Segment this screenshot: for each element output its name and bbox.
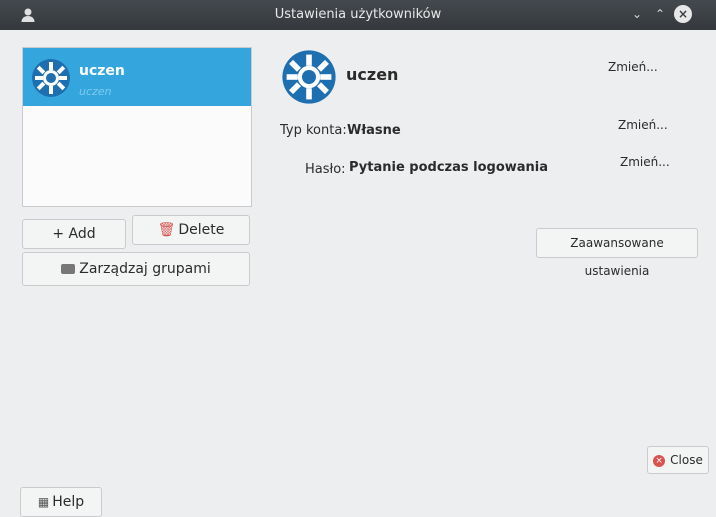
manage-groups-button[interactable]: Zarządzaj grupami — [22, 252, 250, 286]
user-list-item[interactable]: uczen uczen — [23, 48, 251, 106]
advanced-settings-button[interactable]: Zaawansowane ustawienia — [536, 228, 698, 278]
user-avatar-large-icon[interactable] — [281, 49, 337, 105]
trash-icon: 🗑 — [157, 222, 176, 238]
help-button-label: Help — [52, 494, 85, 510]
user-name: uczen — [79, 63, 125, 79]
add-user-button[interactable]: + Add — [22, 219, 126, 249]
user-avatar-icon — [32, 59, 70, 97]
delete-button-label: Delete — [178, 222, 225, 238]
user-login: uczen — [79, 85, 112, 98]
close-button-label: Close — [670, 453, 703, 467]
change-name-link[interactable]: Zmień... — [608, 60, 658, 74]
close-button[interactable]: × Close — [647, 446, 709, 474]
chevron-up-icon[interactable]: ⌃ — [651, 5, 669, 23]
window-titlebar: Ustawienia użytkowników ⌄ ⌃ × — [0, 0, 716, 30]
chevron-down-icon[interactable]: ⌄ — [628, 5, 646, 23]
account-type-value: Własne — [347, 123, 401, 138]
add-button-label: + Add — [52, 226, 96, 242]
manage-groups-label: Zarządzaj grupami — [79, 261, 211, 277]
password-label: Hasło: — [305, 162, 346, 177]
help-button[interactable]: ▦ Help — [20, 487, 102, 517]
close-icon[interactable]: × — [674, 5, 692, 23]
delete-user-button[interactable]: 🗑 Delete — [132, 215, 250, 245]
password-value: Pytanie podczas logowania — [349, 160, 549, 175]
close-icon: × — [653, 454, 666, 467]
group-icon — [61, 264, 76, 274]
advanced-settings-label: Zaawansowane ustawienia — [570, 236, 664, 278]
account-type-label: Typ konta: — [280, 123, 347, 138]
help-icon: ▦ — [37, 495, 50, 509]
user-list[interactable]: uczen uczen — [22, 47, 252, 207]
window-title: Ustawienia użytkowników — [274, 7, 442, 22]
change-account-type-link[interactable]: Zmień... — [618, 118, 668, 132]
change-password-link[interactable]: Zmień... — [620, 155, 670, 169]
selected-user-name: uczen — [346, 65, 399, 84]
